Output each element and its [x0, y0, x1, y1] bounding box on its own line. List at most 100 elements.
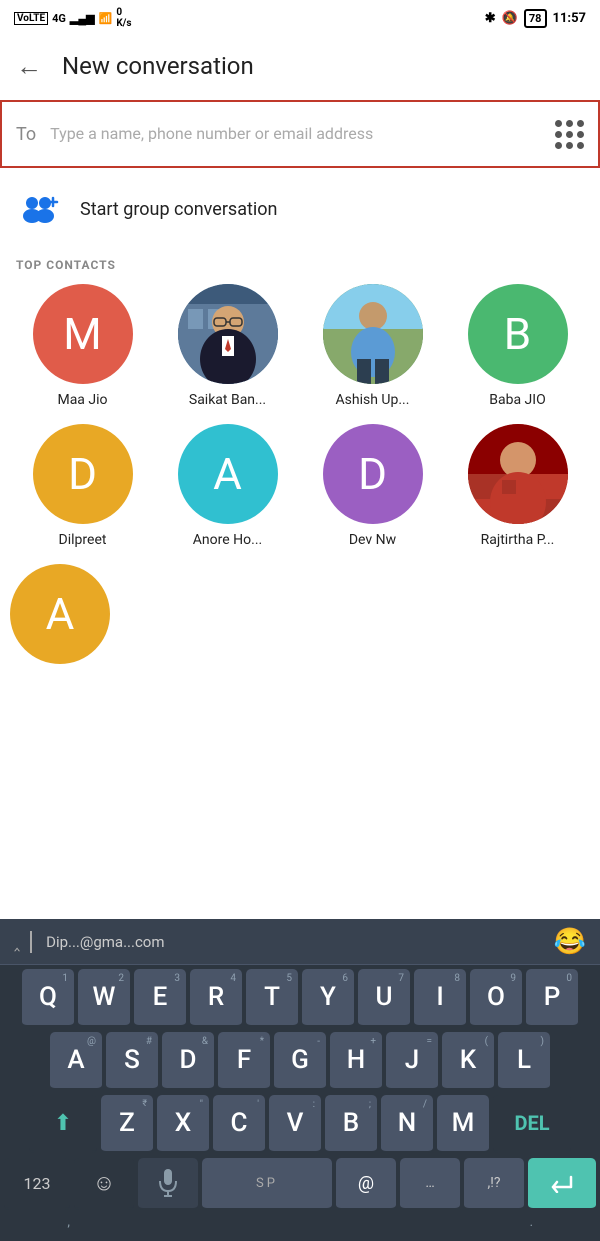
status-left: VoLTE 4G ▂▄▆ 📶 0K/s: [14, 7, 132, 29]
key-i[interactable]: 8I: [414, 969, 466, 1027]
contact-saikat[interactable]: Saikat Ban...: [155, 284, 300, 408]
key-p[interactable]: 0P: [526, 969, 578, 1027]
key-n[interactable]: /N: [381, 1095, 433, 1153]
keyboard-row-1: 1Q 2W 3E 4R 5T 6Y 7U 8I 9O 0P: [4, 969, 596, 1027]
key-b[interactable]: ;B: [325, 1095, 377, 1153]
start-group-button[interactable]: Start group conversation: [0, 168, 600, 250]
key-j[interactable]: =J: [386, 1032, 438, 1090]
avatar-partial: A: [10, 564, 110, 664]
key-z[interactable]: ₹Z: [101, 1095, 153, 1153]
avatar-dilpreet: D: [33, 424, 133, 524]
status-bar: VoLTE 4G ▂▄▆ 📶 0K/s ✱ 🔕 78 11:57: [0, 0, 600, 36]
contact-name-maa-jio: Maa Jio: [57, 392, 107, 408]
contact-name-rajtirtha: Rajtirtha P...: [481, 532, 555, 548]
signal-bars: ▂▄▆: [70, 12, 95, 25]
emoji-key[interactable]: ☺: [74, 1158, 134, 1210]
contact-name-dilpreet: Dilpreet: [59, 532, 107, 548]
at-key[interactable]: @: [336, 1158, 396, 1210]
contact-name-saikat: Saikat Ban...: [189, 392, 266, 408]
key-c[interactable]: 'C: [213, 1095, 265, 1153]
avatar-ashish: [323, 284, 423, 384]
keyboard-row-5: , .: [4, 1215, 596, 1230]
contact-anore[interactable]: A Anore Ho...: [155, 424, 300, 548]
key-f[interactable]: *F: [218, 1032, 270, 1090]
contact-baba-jio[interactable]: B Baba JIO: [445, 284, 590, 408]
suggestion-expand-icon[interactable]: ‸: [14, 931, 20, 952]
volte-label: VoLTE: [14, 12, 48, 25]
contact-maa-jio[interactable]: M Maa Jio: [10, 284, 155, 408]
partial-row: A: [0, 564, 600, 688]
suggestion-text[interactable]: Dip...@gma...com: [46, 933, 554, 951]
contact-name-dev: Dev Nw: [349, 532, 396, 548]
key-a[interactable]: @A: [50, 1032, 102, 1090]
back-button[interactable]: ←: [16, 51, 42, 82]
key-k[interactable]: (K: [442, 1032, 494, 1090]
page-title: New conversation: [62, 52, 254, 80]
key-l[interactable]: )L: [498, 1032, 550, 1090]
enter-key[interactable]: [528, 1158, 596, 1210]
avatar-saikat: [178, 284, 278, 384]
contact-dev[interactable]: D Dev Nw: [300, 424, 445, 548]
shift-key[interactable]: ⬆: [29, 1095, 97, 1153]
keyboard-rows: 1Q 2W 3E 4R 5T 6Y 7U 8I 9O 0P @A #S &D *…: [0, 965, 600, 1241]
num-key[interactable]: 123: [4, 1158, 70, 1210]
key-d[interactable]: &D: [162, 1032, 214, 1090]
avatar-baba-jio: B: [468, 284, 568, 384]
contact-name-baba-jio: Baba JIO: [489, 392, 545, 408]
avatar-anore: A: [178, 424, 278, 524]
contacts-grid: M Maa Jio: [0, 284, 600, 564]
key-m[interactable]: M: [437, 1095, 489, 1153]
punct-key[interactable]: …: [400, 1158, 460, 1210]
delete-key[interactable]: DEL: [493, 1095, 571, 1153]
keyboard-row-3: ⬆ ₹Z "X 'C :V ;B /N M DEL: [4, 1095, 596, 1153]
bluetooth-icon: ✱: [485, 11, 496, 26]
data-speed: 0K/s: [116, 7, 131, 29]
key-t[interactable]: 5T: [246, 969, 298, 1027]
header: ← New conversation: [0, 36, 600, 96]
suggestion-bar[interactable]: ‸ Dip...@gma...com 😂: [0, 919, 600, 965]
key-r[interactable]: 4R: [190, 969, 242, 1027]
key-g[interactable]: -G: [274, 1032, 326, 1090]
key-v[interactable]: :V: [269, 1095, 321, 1153]
signal-label: 4G: [52, 12, 66, 25]
suggestion-emoji[interactable]: 😂: [554, 927, 586, 957]
to-field-container[interactable]: To Type a name, phone number or email ad…: [0, 100, 600, 168]
wifi-icon: 📶: [99, 12, 113, 25]
start-group-label: Start group conversation: [80, 199, 277, 220]
top-contacts-label: TOP CONTACTS: [0, 250, 600, 284]
keyboard: ‸ Dip...@gma...com 😂 1Q 2W 3E 4R 5T 6Y 7…: [0, 919, 600, 1241]
contact-partial-a[interactable]: A: [10, 564, 110, 672]
key-w[interactable]: 2W: [78, 969, 130, 1027]
key-q[interactable]: 1Q: [22, 969, 74, 1027]
contact-rajtirtha[interactable]: Rajtirtha P...: [445, 424, 590, 548]
key-s[interactable]: #S: [106, 1032, 158, 1090]
keyboard-row-2: @A #S &D *F -G +H =J (K )L: [4, 1032, 596, 1090]
contacts-grid-icon[interactable]: [555, 120, 584, 149]
key-x[interactable]: "X: [157, 1095, 209, 1153]
bell-mute-icon: 🔕: [502, 11, 518, 26]
contact-dilpreet[interactable]: D Dilpreet: [10, 424, 155, 548]
contact-name-anore: Anore Ho...: [193, 532, 262, 548]
keyboard-row-4: 123 ☺ SP @ … ,!?: [4, 1158, 596, 1210]
key-u[interactable]: 7U: [358, 969, 410, 1027]
recipient-input[interactable]: Type a name, phone number or email addre…: [50, 123, 541, 145]
group-icon: [16, 186, 62, 232]
avatar-dev: D: [323, 424, 423, 524]
key-e[interactable]: 3E: [134, 969, 186, 1027]
space-key[interactable]: SP: [202, 1158, 332, 1210]
key-o[interactable]: 9O: [470, 969, 522, 1027]
time-display: 11:57: [553, 11, 587, 26]
comma-excl-key[interactable]: ,!?: [464, 1158, 524, 1210]
to-label: To: [16, 124, 36, 145]
battery-indicator: 78: [524, 9, 547, 28]
avatar-maa-jio: M: [33, 284, 133, 384]
period-key[interactable]: .: [505, 1215, 557, 1230]
suggestion-cursor: [30, 931, 32, 953]
key-y[interactable]: 6Y: [302, 969, 354, 1027]
comma-sub-key[interactable]: ,: [43, 1215, 95, 1230]
avatar-rajtirtha: [468, 424, 568, 524]
key-h[interactable]: +H: [330, 1032, 382, 1090]
contact-ashish[interactable]: Ashish Up...: [300, 284, 445, 408]
status-right: ✱ 🔕 78 11:57: [485, 9, 586, 28]
mic-key[interactable]: [138, 1158, 198, 1210]
